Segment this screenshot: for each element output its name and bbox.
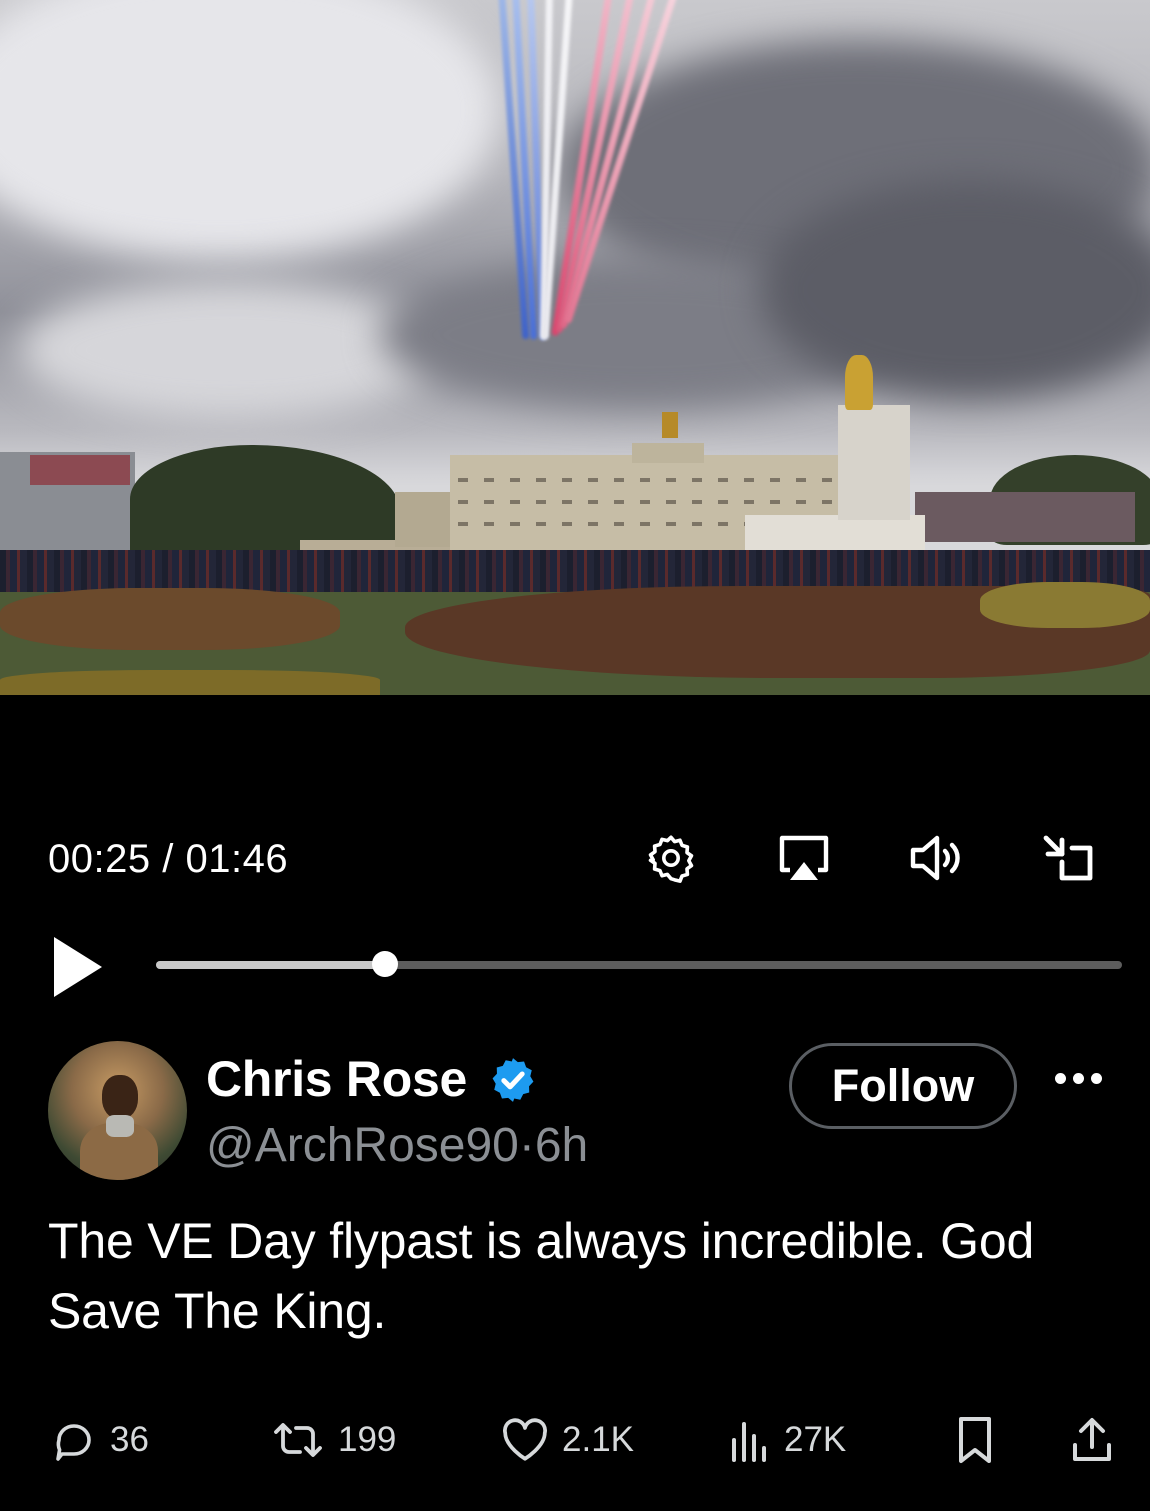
flower-bed: [980, 582, 1150, 628]
bookmark-icon: [959, 1417, 991, 1463]
video-progress-bar[interactable]: [156, 961, 1122, 969]
building-roof: [30, 455, 130, 485]
heart-icon: [503, 1418, 547, 1461]
airplay-button[interactable]: [776, 832, 832, 884]
views-button[interactable]: 27K: [728, 1410, 846, 1470]
cloud: [20, 280, 440, 420]
current-time: 00:25: [48, 837, 151, 881]
repost-icon: [274, 1423, 322, 1457]
airplay-icon: [779, 835, 829, 880]
dot-separator: ·: [518, 1119, 535, 1172]
palace-windows: [458, 478, 838, 482]
share-button[interactable]: [1062, 1410, 1122, 1470]
flower-bed: [0, 588, 340, 650]
reply-icon: [56, 1424, 91, 1461]
play-button[interactable]: [50, 935, 106, 999]
like-button[interactable]: 2.1K: [500, 1410, 634, 1470]
reply-count: 36: [110, 1420, 149, 1459]
palace-pediment: [632, 443, 704, 463]
video-progress-fill: [156, 961, 385, 969]
view-count: 27K: [784, 1420, 847, 1459]
more-options-button[interactable]: [1046, 1058, 1110, 1098]
avatar[interactable]: [48, 1041, 187, 1180]
post-time[interactable]: 6h: [535, 1119, 588, 1172]
settings-button[interactable]: [643, 832, 699, 884]
speaker-icon: [910, 835, 960, 881]
memorial-base: [745, 515, 925, 555]
video-player[interactable]: [0, 0, 1150, 695]
minimize-button[interactable]: [1040, 832, 1096, 884]
follow-button[interactable]: Follow: [789, 1043, 1017, 1129]
avatar-figure: [102, 1075, 138, 1119]
cloud: [0, 0, 500, 260]
memorial: [838, 405, 910, 520]
building: [395, 492, 455, 547]
views-bar-chart-icon: [732, 1422, 766, 1462]
play-icon: [54, 937, 102, 997]
repost-button[interactable]: 199: [270, 1410, 396, 1470]
more-dot: [1072, 1072, 1084, 1084]
royal-flag: [662, 412, 678, 438]
video-scrubber-handle[interactable]: [372, 951, 398, 977]
duration: 01:46: [185, 837, 289, 881]
reply-button[interactable]: 36: [50, 1410, 149, 1470]
time-separator: /: [162, 837, 174, 881]
volume-button[interactable]: [907, 832, 963, 884]
flower-bed: [0, 670, 380, 695]
gear-icon: [648, 835, 694, 883]
video-timestamp: 00:25 / 01:46: [48, 837, 288, 882]
bookmark-button[interactable]: [945, 1410, 1005, 1470]
share-icon: [1073, 1418, 1111, 1461]
author-name[interactable]: Chris Rose: [206, 1050, 467, 1108]
repost-count: 199: [338, 1420, 397, 1459]
more-dot: [1054, 1072, 1066, 1084]
author-handle-row: @ArchRose90·6h: [206, 1118, 588, 1173]
like-count: 2.1K: [562, 1420, 634, 1459]
gold-statue: [845, 355, 873, 410]
avatar-figure: [106, 1115, 134, 1137]
spectator-stand: [915, 492, 1135, 542]
verified-badge-icon: [492, 1058, 534, 1102]
palace-windows: [458, 500, 838, 504]
author-handle[interactable]: @ArchRose90: [206, 1119, 519, 1172]
minimize-icon: [1043, 835, 1093, 881]
post-text: The VE Day flypast is always incredible.…: [48, 1213, 1035, 1339]
more-dot: [1090, 1072, 1102, 1084]
